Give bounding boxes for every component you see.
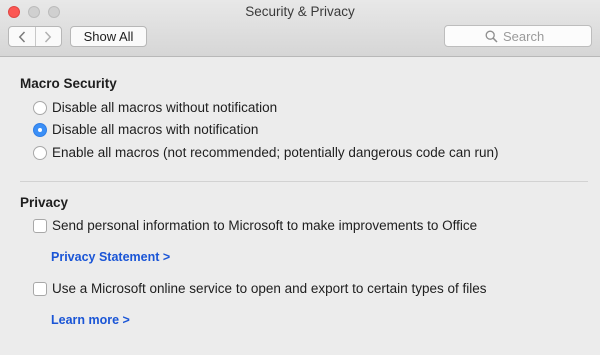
checkbox[interactable] [33,218,47,233]
learn-more-link[interactable]: Learn more > [51,313,130,327]
checkbox-online-service[interactable]: Use a Microsoft online service to open a… [33,281,486,296]
show-all-button[interactable]: Show All [70,26,147,47]
privacy-heading: Privacy [20,195,69,210]
forward-button[interactable] [36,27,62,46]
section-divider [20,181,588,182]
radio-label: Enable all macros (not recommended; pote… [52,145,499,160]
preferences-window: Security & Privacy Show All Macro Securi… [0,0,600,355]
window-toolbar: Security & Privacy Show All [0,0,600,57]
radio-button-selected[interactable] [33,122,47,137]
chevron-right-icon [45,30,52,43]
radio-label: Disable all macros without notification [52,100,278,115]
privacy-statement-link[interactable]: Privacy Statement > [51,250,170,264]
checkbox-label: Use a Microsoft online service to open a… [52,281,487,296]
navigation-buttons [8,26,62,47]
radio-disable-without-notification[interactable]: Disable all macros without notification [33,100,277,115]
radio-enable-all-macros[interactable]: Enable all macros (not recommended; pote… [33,145,499,160]
checkbox[interactable] [33,281,47,296]
back-button[interactable] [9,27,36,46]
checkbox-label: Send personal information to Microsoft t… [52,218,478,233]
radio-label: Disable all macros with notification [52,122,259,137]
checkbox-send-personal-info[interactable]: Send personal information to Microsoft t… [33,218,477,233]
macro-security-heading: Macro Security [20,76,117,91]
radio-button[interactable] [33,100,47,115]
radio-disable-with-notification[interactable]: Disable all macros with notification [33,122,258,137]
radio-button[interactable] [33,145,47,160]
chevron-left-icon [18,30,25,43]
search-icon [485,30,498,43]
window-title: Security & Privacy [245,4,355,19]
search-field[interactable] [444,25,592,47]
search-input[interactable] [503,28,551,44]
